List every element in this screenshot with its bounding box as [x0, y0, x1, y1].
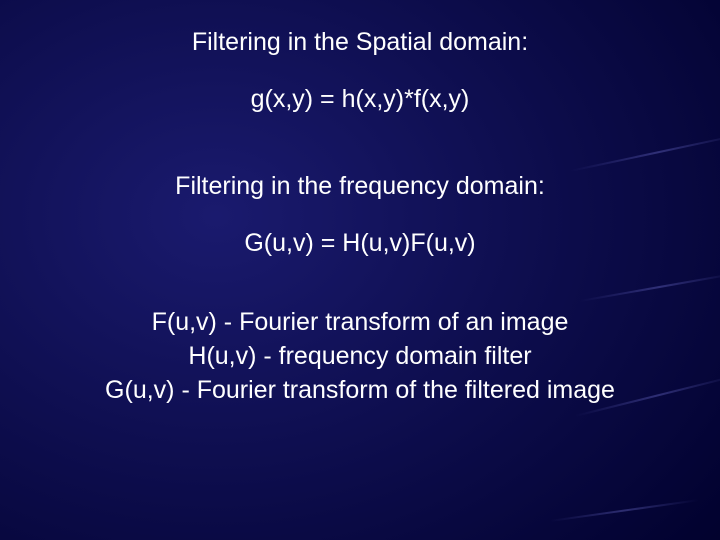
- heading-frequency: Filtering in the frequency domain:: [175, 172, 545, 201]
- definitions-block: F(u,v) - Fourier transform of an image H…: [105, 306, 615, 407]
- definition-line: H(u,v) - frequency domain filter: [105, 340, 615, 374]
- definition-line: F(u,v) - Fourier transform of an image: [105, 306, 615, 340]
- heading-spatial: Filtering in the Spatial domain:: [192, 28, 528, 57]
- equation-frequency: G(u,v) = H(u,v)F(u,v): [244, 229, 475, 258]
- definition-line: G(u,v) - Fourier transform of the filter…: [105, 374, 615, 408]
- equation-spatial: g(x,y) = h(x,y)*f(x,y): [251, 85, 470, 114]
- slide-content: Filtering in the Spatial domain: g(x,y) …: [0, 0, 720, 540]
